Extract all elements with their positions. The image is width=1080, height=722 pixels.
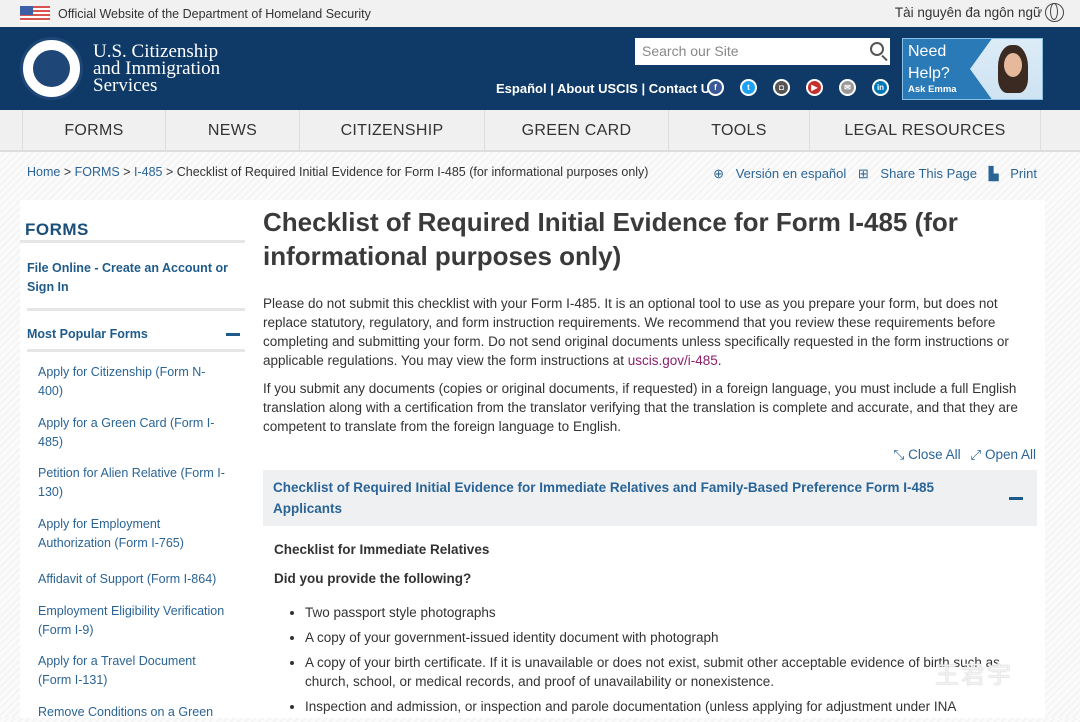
utility-links: Español | About USCIS | Contact Us — [496, 81, 718, 96]
sidebar-most-popular[interactable]: Most Popular Forms — [27, 325, 232, 344]
sidebar-item[interactable]: Apply for a Green Card (Form I-485) — [38, 414, 228, 452]
sidebar: FORMS File Online - Create an Account or… — [20, 200, 245, 719]
emma-avatar — [970, 39, 1042, 99]
list-item: Two passport style photographs — [305, 603, 1025, 622]
main-content: Checklist of Required Initial Evidence f… — [245, 200, 1045, 718]
sidebar-file-online[interactable]: File Online - Create an Account or Sign … — [27, 259, 232, 297]
sidebar-item[interactable]: Affidavit of Support (Form I-864) — [38, 570, 228, 589]
nav-tools[interactable]: TOOLS — [668, 110, 809, 150]
accordion-controls: ⤡ Close All ⤢ Open All — [894, 447, 1036, 463]
youtube-icon[interactable]: ▶ — [806, 79, 823, 96]
site-header: U.S. Citizenship and Immigration Service… — [0, 27, 1080, 110]
sidebar-item[interactable]: Apply for Employment Authorization (Form… — [38, 515, 228, 553]
intro-paragraph: Please do not submit this checklist with… — [263, 296, 1009, 368]
page-title: Checklist of Required Initial Evidence f… — [263, 207, 958, 271]
about-link[interactable]: About USCIS — [557, 81, 638, 96]
nav-legal-resources[interactable]: LEGAL RESOURCES — [809, 110, 1041, 150]
watermark: 王君宇 — [935, 662, 1013, 689]
print-link[interactable]: ▙ Print — [989, 166, 1037, 181]
list-item: A copy of your government-issued identit… — [305, 628, 1025, 647]
search-icon[interactable] — [870, 42, 884, 56]
spanish-version-link[interactable]: ⊕ Versión en español — [713, 166, 846, 181]
breadcrumb-i485[interactable]: I-485 — [134, 165, 163, 179]
checklist: Two passport style photographs A copy of… — [305, 603, 1025, 722]
search-input[interactable]: Search our Site — [635, 38, 890, 65]
share-link[interactable]: ⊞ Share This Page — [858, 166, 977, 181]
sidebar-item[interactable]: Apply for a Travel Document (Form I-131) — [38, 652, 228, 690]
nav-forms[interactable]: FORMS — [22, 110, 165, 150]
official-text: Official Website of the Department of Ho… — [58, 7, 371, 21]
instagram-icon[interactable]: ◘ — [773, 79, 790, 96]
sidebar-title: FORMS — [25, 220, 89, 239]
question-heading: Did you provide the following? — [274, 571, 472, 586]
section-heading: Checklist for Immediate Relatives — [274, 542, 490, 557]
breadcrumb-home[interactable]: Home — [27, 165, 60, 179]
ask-emma-button[interactable]: Need Help? Ask Emma — [902, 38, 1043, 100]
twitter-icon[interactable]: t — [740, 79, 757, 96]
espanol-link[interactable]: Español — [496, 81, 547, 96]
agency-logo-text[interactable]: U.S. Citizenship and Immigration Service… — [93, 42, 220, 95]
instructions-link[interactable]: uscis.gov/i-485 — [628, 353, 718, 368]
open-all-button[interactable]: ⤢ Open All — [970, 447, 1036, 462]
linkedin-icon[interactable]: in — [872, 79, 889, 96]
official-banner: Official Website of the Department of Ho… — [0, 0, 1080, 27]
accordion-header[interactable]: Checklist of Required Initial Evidence f… — [263, 470, 1037, 526]
list-item: Inspection and admission, or inspection … — [305, 697, 1025, 716]
list-item: A copy of your birth certificate. If it … — [305, 653, 1025, 691]
sidebar-item[interactable]: Apply for Citizenship (Form N-400) — [38, 363, 228, 401]
us-flag-icon — [20, 6, 50, 22]
collapse-icon[interactable] — [1009, 497, 1023, 500]
sidebar-item[interactable]: Petition for Alien Relative (Form I-130) — [38, 464, 228, 502]
facebook-icon[interactable]: f — [707, 79, 724, 96]
sidebar-item[interactable]: Employment Eligibility Verification (For… — [38, 602, 228, 640]
translation-paragraph: If you submit any documents (copies or o… — [263, 381, 1018, 434]
globe-icon[interactable] — [1045, 3, 1064, 22]
nav-news[interactable]: NEWS — [165, 110, 299, 150]
dhs-seal-logo[interactable] — [20, 37, 83, 100]
main-nav: FORMS NEWS CITIZENSHIP GREEN CARD TOOLS … — [0, 110, 1080, 152]
nav-citizenship[interactable]: CITIZENSHIP — [299, 110, 484, 150]
collapse-icon[interactable] — [226, 333, 240, 336]
close-all-button[interactable]: ⤡ Close All — [894, 447, 961, 462]
breadcrumb: Home > FORMS > I-485 > Checklist of Requ… — [27, 165, 649, 179]
nav-green-card[interactable]: GREEN CARD — [484, 110, 668, 150]
page-tools: ⊕ Versión en español ⊞ Share This Page ▙… — [705, 166, 1037, 182]
sidebar-item[interactable]: Remove Conditions on a Green — [38, 703, 228, 722]
breadcrumb-forms[interactable]: FORMS — [75, 165, 120, 179]
email-icon[interactable]: ✉ — [839, 79, 856, 96]
multilingual-link[interactable]: Tài nguyên đa ngôn ngữ — [895, 5, 1042, 20]
